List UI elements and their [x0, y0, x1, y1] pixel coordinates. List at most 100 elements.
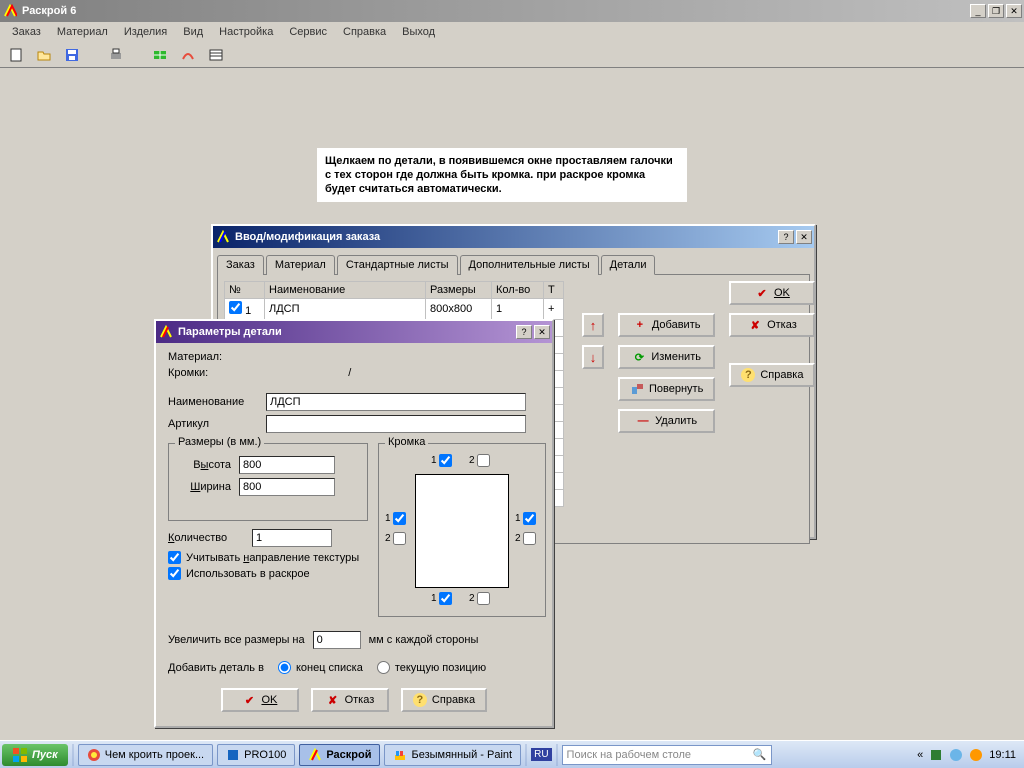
table-row[interactable]: 1 ЛДСП 800x800 1 + — [225, 299, 564, 320]
instruction-note: Щелкаем по детали, в появившемся окне пр… — [317, 148, 687, 202]
tray-icon[interactable] — [929, 748, 943, 762]
grid2-icon[interactable] — [206, 45, 226, 65]
row-checkbox[interactable] — [229, 301, 242, 314]
tab-order[interactable]: Заказ — [217, 255, 264, 275]
question-icon: ? — [413, 693, 427, 707]
main-title-text: Раскрой 6 — [22, 5, 970, 17]
windows-logo-icon — [12, 747, 28, 763]
x-icon: ✘ — [326, 693, 340, 707]
kromka-right-2[interactable]: 2 — [515, 532, 536, 545]
move-down-button[interactable]: ↓ — [582, 345, 604, 369]
lang-indicator[interactable]: RU — [531, 748, 551, 761]
tray-chevron-icon[interactable]: « — [917, 749, 923, 761]
article-input[interactable] — [266, 415, 526, 433]
kromka-top-2[interactable]: 2 — [469, 454, 490, 467]
col-t[interactable]: Т — [544, 282, 564, 299]
col-qty[interactable]: Кол-во — [492, 282, 544, 299]
help-button[interactable]: ? — [516, 325, 532, 339]
detail-window-title: Параметры детали — [178, 326, 516, 338]
route-icon[interactable] — [178, 45, 198, 65]
add-button[interactable]: +Добавить — [618, 313, 715, 337]
close-button[interactable]: ✕ — [796, 230, 812, 244]
menu-item[interactable]: Настройка — [213, 24, 279, 40]
delete-button[interactable]: —Удалить — [618, 409, 715, 433]
qty-input[interactable] — [252, 529, 332, 547]
width-input[interactable] — [239, 478, 335, 496]
tab-addsheets[interactable]: Дополнительные листы — [460, 255, 599, 275]
menu-item[interactable]: Сервис — [283, 24, 333, 40]
detail-cancel-button[interactable]: ✘Отказ — [311, 688, 389, 712]
menu-item[interactable]: Справка — [337, 24, 392, 40]
usecut-checkbox[interactable] — [168, 567, 181, 580]
task-item[interactable]: Чем кроить проек... — [78, 744, 213, 766]
app-icon — [158, 324, 174, 340]
usecut-label: Использовать в раскрое — [186, 568, 310, 580]
start-button[interactable]: Пуск — [2, 744, 68, 766]
addto-pos-radio[interactable]: текущую позицию — [377, 661, 486, 674]
desktop-search[interactable]: Поиск на рабочем столе 🔍 — [562, 745, 772, 765]
order-tabs: Заказ Материал Стандартные листы Дополни… — [217, 254, 810, 274]
system-tray[interactable]: « 19:11 — [917, 748, 1022, 762]
enlarge-suffix: мм с каждой стороны — [369, 634, 479, 646]
open-icon[interactable] — [34, 45, 54, 65]
col-num[interactable]: № — [225, 282, 265, 299]
kromka-right-1[interactable]: 1 — [515, 512, 536, 525]
article-label: Артикул — [168, 418, 258, 430]
menu-item[interactable]: Материал — [51, 24, 114, 40]
ok-button[interactable]: ✔OK — [729, 281, 815, 305]
tab-material[interactable]: Материал — [266, 255, 335, 275]
question-icon: ? — [741, 368, 755, 382]
minimize-button[interactable]: _ — [970, 4, 986, 18]
enlarge-input[interactable] — [313, 631, 361, 649]
name-label: Наименование — [168, 396, 258, 408]
new-icon[interactable] — [6, 45, 26, 65]
maximize-button[interactable]: ❐ — [988, 4, 1004, 18]
tab-details[interactable]: Детали — [601, 255, 656, 275]
addto-end-radio[interactable]: конец списка — [278, 661, 363, 674]
enlarge-label: Увеличить все размеры на — [168, 634, 305, 646]
close-button[interactable]: ✕ — [1006, 4, 1022, 18]
detail-ok-button[interactable]: ✔OK — [221, 688, 299, 712]
x-icon: ✘ — [748, 318, 762, 332]
kromka-bottom-1[interactable]: 1 — [431, 592, 452, 605]
rotate-button[interactable]: Повернуть — [618, 377, 715, 401]
clock[interactable]: 19:11 — [989, 749, 1016, 761]
cancel-button[interactable]: ✘Отказ — [729, 313, 815, 337]
save-icon[interactable] — [62, 45, 82, 65]
help-button[interactable]: ?Справка — [729, 363, 815, 387]
kromka-left-1[interactable]: 1 — [385, 512, 406, 525]
detail-window: Параметры детали ? ✕ Материал: Кромки: /… — [154, 319, 554, 728]
menu-item[interactable]: Заказ — [6, 24, 47, 40]
menu-item[interactable]: Изделия — [118, 24, 173, 40]
name-input[interactable] — [266, 393, 526, 411]
kromka-left-2[interactable]: 2 — [385, 532, 406, 545]
taskbar: Пуск Чем кроить проек... PRO100 Раскрой … — [0, 740, 1024, 768]
col-size[interactable]: Размеры — [426, 282, 492, 299]
height-input[interactable] — [239, 456, 335, 474]
menu-item[interactable]: Вид — [177, 24, 209, 40]
print-icon[interactable] — [106, 45, 126, 65]
toolbar — [0, 42, 1024, 68]
texture-checkbox[interactable] — [168, 551, 181, 564]
task-item[interactable]: Раскрой — [299, 744, 380, 766]
detail-help-button[interactable]: ?Справка — [401, 688, 487, 712]
grid1-icon[interactable] — [150, 45, 170, 65]
move-up-button[interactable]: ↑ — [582, 313, 604, 337]
task-item[interactable]: Безымянный - Paint — [384, 744, 521, 766]
close-button[interactable]: ✕ — [534, 325, 550, 339]
texture-label: Учитывать направление текстуры — [186, 552, 359, 564]
addto-label: Добавить деталь в — [168, 662, 264, 674]
kromka-bottom-2[interactable]: 2 — [469, 592, 490, 605]
arrow-up-icon: ↑ — [590, 319, 597, 332]
edit-button[interactable]: ⟳Изменить — [618, 345, 715, 369]
rotate-icon — [630, 382, 644, 396]
menu-item[interactable]: Выход — [396, 24, 441, 40]
order-window-title: Ввод/модификация заказа — [235, 231, 778, 243]
tab-stdsheets[interactable]: Стандартные листы — [337, 255, 458, 275]
help-button[interactable]: ? — [778, 230, 794, 244]
col-name[interactable]: Наименование — [265, 282, 426, 299]
tray-globe-icon[interactable] — [969, 748, 983, 762]
tray-sound-icon[interactable] — [949, 748, 963, 762]
task-item[interactable]: PRO100 — [217, 744, 295, 766]
kromka-top-1[interactable]: 1 — [431, 454, 452, 467]
